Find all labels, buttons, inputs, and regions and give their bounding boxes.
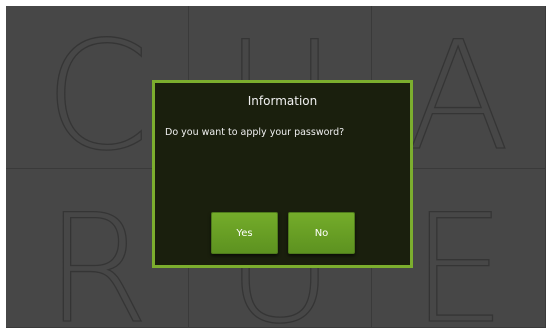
yes-button[interactable]: Yes <box>211 212 278 254</box>
dialog-message: Do you want to apply your password? <box>165 127 345 138</box>
dialog-title: Information <box>247 94 318 108</box>
tile-letter: E <box>410 183 506 328</box>
tile-letter: R <box>44 183 150 328</box>
tile-letter: A <box>407 10 511 169</box>
information-dialog: Information Do you want to apply your pa… <box>152 80 413 268</box>
no-button[interactable]: No <box>288 212 355 254</box>
tile-letter: C <box>44 10 150 169</box>
